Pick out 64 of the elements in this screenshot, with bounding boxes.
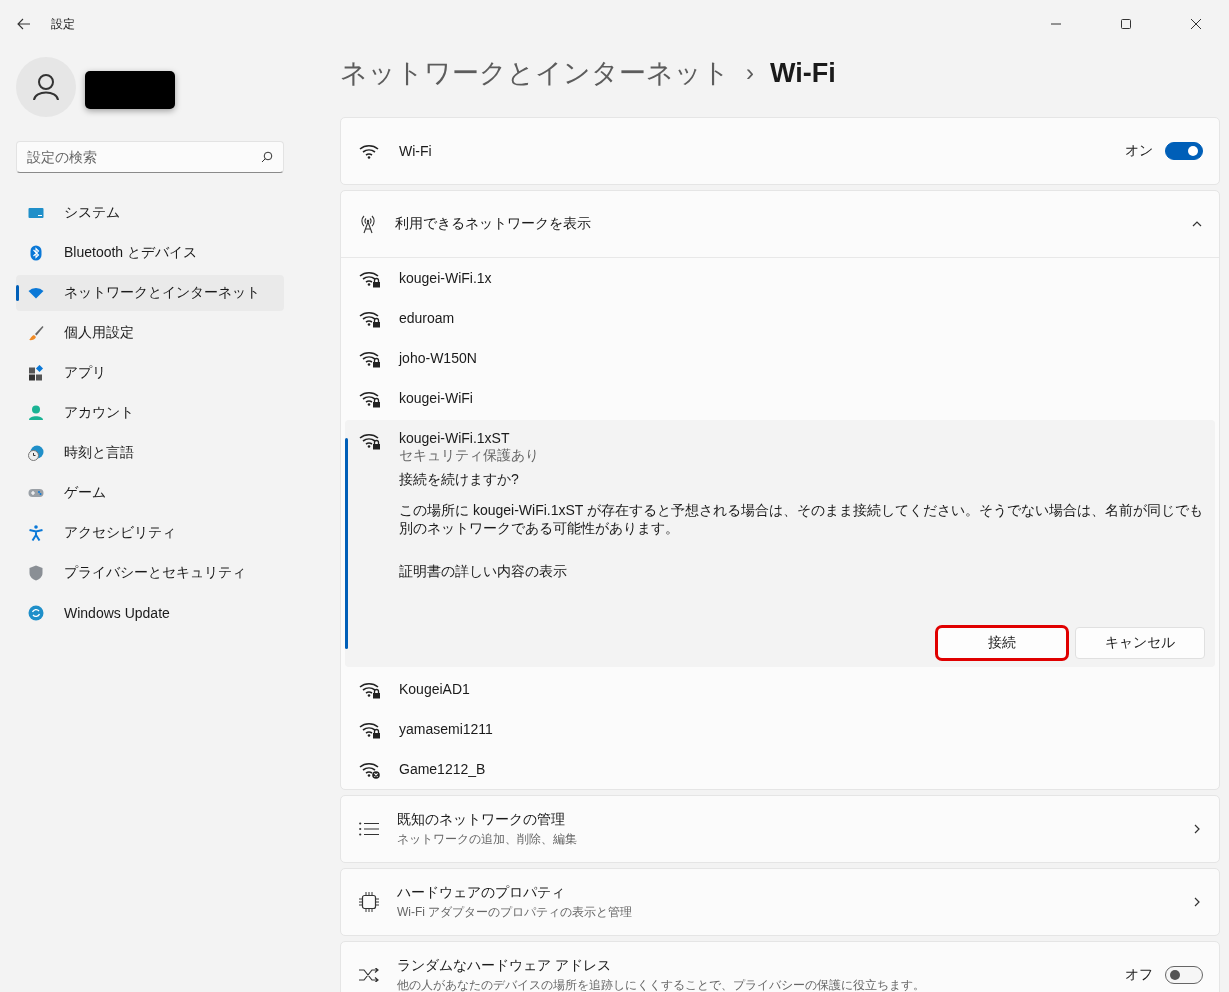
bluetooth-icon bbox=[28, 245, 44, 261]
sidebar-item[interactable]: ネットワークとインターネット bbox=[16, 275, 284, 311]
toggle-switch[interactable] bbox=[1165, 142, 1203, 160]
list-icon bbox=[359, 822, 379, 836]
prompt-text: 接続を続けますか? bbox=[399, 471, 519, 489]
setting-description: ネットワークの追加、削除、編集 bbox=[397, 830, 577, 848]
sidebar-item[interactable]: ゲーム bbox=[16, 475, 284, 511]
breadcrumb-link[interactable]: ネットワークとインターネット bbox=[340, 55, 730, 91]
maximize-icon[interactable] bbox=[1121, 19, 1131, 29]
network-item[interactable]: eduroam bbox=[345, 298, 1215, 338]
connect-button[interactable]: 接続 bbox=[937, 627, 1067, 659]
monitor-icon bbox=[28, 205, 44, 221]
window-title: 設定 bbox=[51, 15, 75, 33]
sidebar-item[interactable]: 個人用設定 bbox=[16, 315, 284, 351]
shield-icon bbox=[28, 565, 44, 581]
person-icon bbox=[28, 405, 44, 421]
close-icon[interactable] bbox=[1191, 19, 1201, 29]
accessibility-icon bbox=[28, 525, 44, 541]
setting-title: ランダムなハードウェア アドレス bbox=[397, 956, 612, 975]
toggle-state: オン bbox=[1125, 142, 1153, 160]
shuffle-icon bbox=[359, 968, 379, 982]
networks-header[interactable]: 利用できるネットワークを表示 bbox=[341, 191, 1219, 258]
network-item[interactable]: KougeiAD1 bbox=[345, 669, 1215, 709]
sidebar-item[interactable]: アカウント bbox=[16, 395, 284, 431]
network-item[interactable]: joho-W150N bbox=[345, 338, 1215, 378]
network-item[interactable]: Game1212_B bbox=[345, 749, 1215, 789]
sidebar-item[interactable]: プライバシーとセキュリティ bbox=[16, 555, 284, 591]
search-field[interactable]: 設定の検索 bbox=[16, 141, 284, 173]
network-name: kougei-WiFi.1xST bbox=[399, 430, 510, 446]
sidebar-item[interactable]: アプリ bbox=[16, 355, 284, 391]
sidebar-item[interactable]: 時刻と言語 bbox=[16, 435, 284, 471]
wifi-icon bbox=[28, 285, 44, 301]
search-icon[interactable] bbox=[261, 151, 273, 163]
sidebar-item[interactable]: アクセシビリティ bbox=[16, 515, 284, 551]
sidebar-item[interactable]: Bluetooth とデバイス bbox=[16, 235, 284, 271]
sidebar-item[interactable]: Windows Update bbox=[16, 595, 284, 631]
setting-title: 既知のネットワークの管理 bbox=[397, 810, 566, 829]
setting-description: 他の人があなたのデバイスの場所を追跡しにくくすることで、プライバシーの保護に役立ちます。 bbox=[397, 976, 925, 992]
antenna-icon bbox=[359, 214, 377, 234]
setting-card[interactable]: ハードウェアのプロパティ Wi-Fi アダプターのプロパティの表示と管理 bbox=[340, 868, 1220, 936]
globe-clock-icon bbox=[28, 445, 44, 461]
setting-title: Wi-Fi bbox=[399, 143, 432, 159]
network-item[interactable]: kougei-WiFi.1x bbox=[345, 258, 1215, 298]
paintbrush-icon bbox=[28, 325, 44, 341]
network-status: セキュリティ保護あり bbox=[399, 447, 539, 465]
network-item[interactable]: kougei-WiFi bbox=[345, 378, 1215, 418]
toggle-switch[interactable] bbox=[1165, 966, 1203, 984]
setting-card[interactable]: ランダムなハードウェア アドレス 他の人があなたのデバイスの場所を追跡しにくくすることで、プライバシーの保護に役立ちます。 オフ bbox=[340, 941, 1220, 992]
sidebar-item[interactable]: システム bbox=[16, 195, 284, 231]
setting-description: Wi-Fi アダプターのプロパティの表示と管理 bbox=[397, 903, 633, 921]
setting-title: ハードウェアのプロパティ bbox=[397, 883, 566, 902]
apps-icon bbox=[28, 365, 44, 381]
certificate-link[interactable]: 証明書の詳しい内容の表示 bbox=[399, 563, 567, 581]
page-title: Wi-Fi bbox=[770, 57, 836, 89]
toggle-state: オフ bbox=[1125, 966, 1153, 984]
network-item[interactable]: yamasemi1211 bbox=[345, 709, 1215, 749]
cancel-button[interactable]: キャンセル bbox=[1075, 627, 1205, 659]
breadcrumb-separator: › bbox=[746, 59, 754, 87]
section-title: 利用できるネットワークを表示 bbox=[395, 215, 591, 233]
message-text: この場所に kougei-WiFi.1xST が存在すると予想される場合は、そのまま接続してください。そうでない場合は、名前が同じでも別のネットワークである可能性があります。 bbox=[399, 501, 1204, 537]
chip-icon bbox=[359, 892, 379, 912]
back-arrow-icon[interactable] bbox=[17, 18, 31, 30]
setting-card[interactable]: 既知のネットワークの管理 ネットワークの追加、削除、編集 bbox=[340, 795, 1220, 863]
sync-icon bbox=[28, 605, 44, 621]
